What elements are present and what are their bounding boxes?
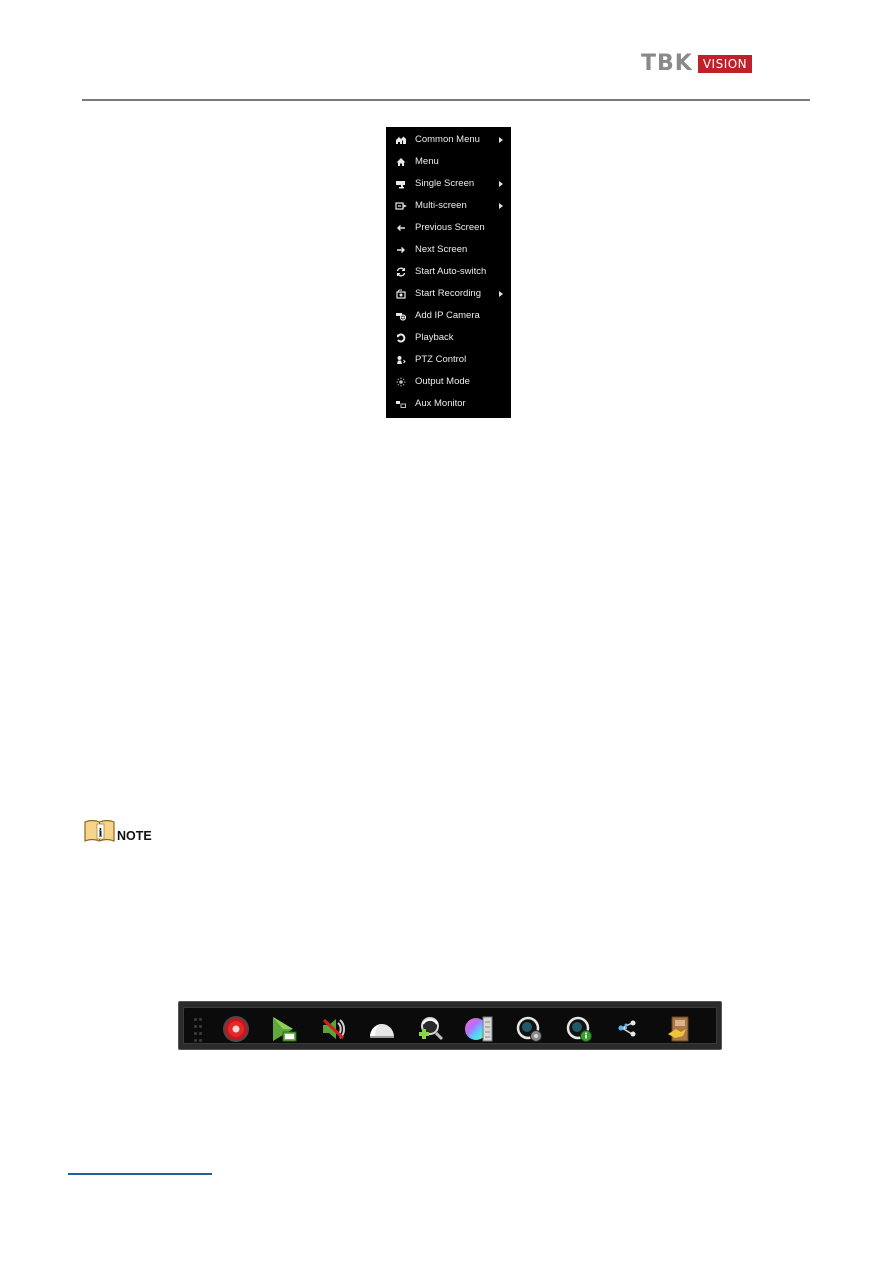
drag-handle-icon[interactable] (194, 1018, 204, 1042)
menu-item-single-screen[interactable]: Single Screen (386, 173, 511, 195)
menu-item-multi-screen[interactable]: Multi-screen (386, 195, 511, 217)
arrow-left-icon (395, 222, 407, 234)
digital-zoom-button[interactable] (415, 1014, 445, 1044)
stream-switch-button[interactable] (614, 1014, 644, 1044)
image-settings-icon (465, 1016, 493, 1042)
playback-icon (395, 332, 407, 344)
ptz-icon (395, 354, 407, 366)
mute-audio-icon (322, 1018, 346, 1040)
menu-item-label: Add IP Camera (415, 310, 480, 321)
arrow-right-icon (395, 244, 407, 256)
note-label: NOTE (117, 829, 152, 843)
footer-link[interactable] (68, 1173, 212, 1175)
menu-item-add-ip-camera[interactable]: Add IP Camera (386, 305, 511, 327)
toolbar-inner (183, 1007, 717, 1044)
menu-item-label: Start Auto-switch (415, 266, 487, 277)
menu-item-output-mode[interactable]: Output Mode (386, 371, 511, 393)
add-camera-icon (395, 310, 407, 322)
menu-item-label: Common Menu (415, 134, 480, 145)
menu-item-label: PTZ Control (415, 354, 467, 365)
stream-share-icon (618, 1020, 636, 1037)
menu-item-start-auto-switch[interactable]: Start Auto-switch (386, 261, 511, 283)
menu-item-previous-screen[interactable]: Previous Screen (386, 217, 511, 239)
camera-info-icon (566, 1016, 592, 1042)
menu-item-label: Output Mode (415, 376, 470, 387)
image-settings-button[interactable] (464, 1014, 494, 1044)
menu-item-label: Start Recording (415, 288, 482, 299)
menu-item-next-screen[interactable]: Next Screen (386, 239, 511, 261)
menu-item-menu[interactable]: Menu (386, 151, 511, 173)
aux-monitor-icon (395, 398, 407, 410)
live-view-strategy-button[interactable] (515, 1014, 545, 1044)
instant-playback-button[interactable] (269, 1014, 299, 1044)
live-view-context-menu: Common Menu Menu Single Screen Multi-scr… (386, 127, 511, 418)
quick-setting-toolbar (178, 1001, 722, 1050)
submenu-arrow-icon (499, 181, 503, 187)
home-icon (395, 156, 407, 168)
menu-item-start-recording[interactable]: Start Recording (386, 283, 511, 305)
exit-door-icon (668, 1016, 689, 1042)
info-book-icon: i (84, 819, 115, 843)
manual-record-button[interactable] (221, 1014, 251, 1044)
camera-icon (395, 178, 407, 190)
refresh-icon (395, 266, 407, 278)
info-button[interactable] (565, 1014, 595, 1044)
menu-item-label: Aux Monitor (415, 398, 466, 409)
svg-text:i: i (98, 827, 102, 840)
record-icon (395, 288, 407, 300)
mute-audio-button[interactable] (318, 1014, 348, 1044)
multi-screen-icon (395, 200, 407, 212)
menu-item-label: Next Screen (415, 244, 468, 255)
digital-zoom-icon (419, 1017, 444, 1041)
ptz-dome-icon (370, 1024, 394, 1038)
submenu-arrow-icon (499, 291, 503, 297)
menu-item-label: Single Screen (415, 178, 475, 189)
record-button-icon (223, 1016, 249, 1042)
submenu-arrow-icon (499, 203, 503, 209)
menu-item-common-menu[interactable]: Common Menu (386, 129, 511, 151)
logo-sub: VISION (697, 55, 753, 73)
menu-item-aux-monitor[interactable]: Aux Monitor (386, 393, 511, 415)
instant-playback-icon (273, 1017, 297, 1042)
tbk-vision-logo: TBK VISION (641, 51, 753, 76)
menu-item-label: Menu (415, 156, 439, 167)
menu-item-label: Playback (415, 332, 454, 343)
close-toolbar-button[interactable] (664, 1014, 694, 1044)
common-menu-icon (395, 134, 407, 146)
output-mode-icon (395, 376, 407, 388)
live-strategy-icon (516, 1016, 542, 1042)
note-callout: i NOTE (84, 819, 152, 843)
submenu-arrow-icon (499, 137, 503, 143)
menu-item-label: Previous Screen (415, 222, 485, 233)
ptz-control-button[interactable] (367, 1014, 397, 1044)
menu-item-playback[interactable]: Playback (386, 327, 511, 349)
menu-item-label: Multi-screen (415, 200, 467, 211)
header-divider (82, 99, 810, 101)
menu-item-ptz-control[interactable]: PTZ Control (386, 349, 511, 371)
logo-brand: TBK (641, 51, 693, 76)
